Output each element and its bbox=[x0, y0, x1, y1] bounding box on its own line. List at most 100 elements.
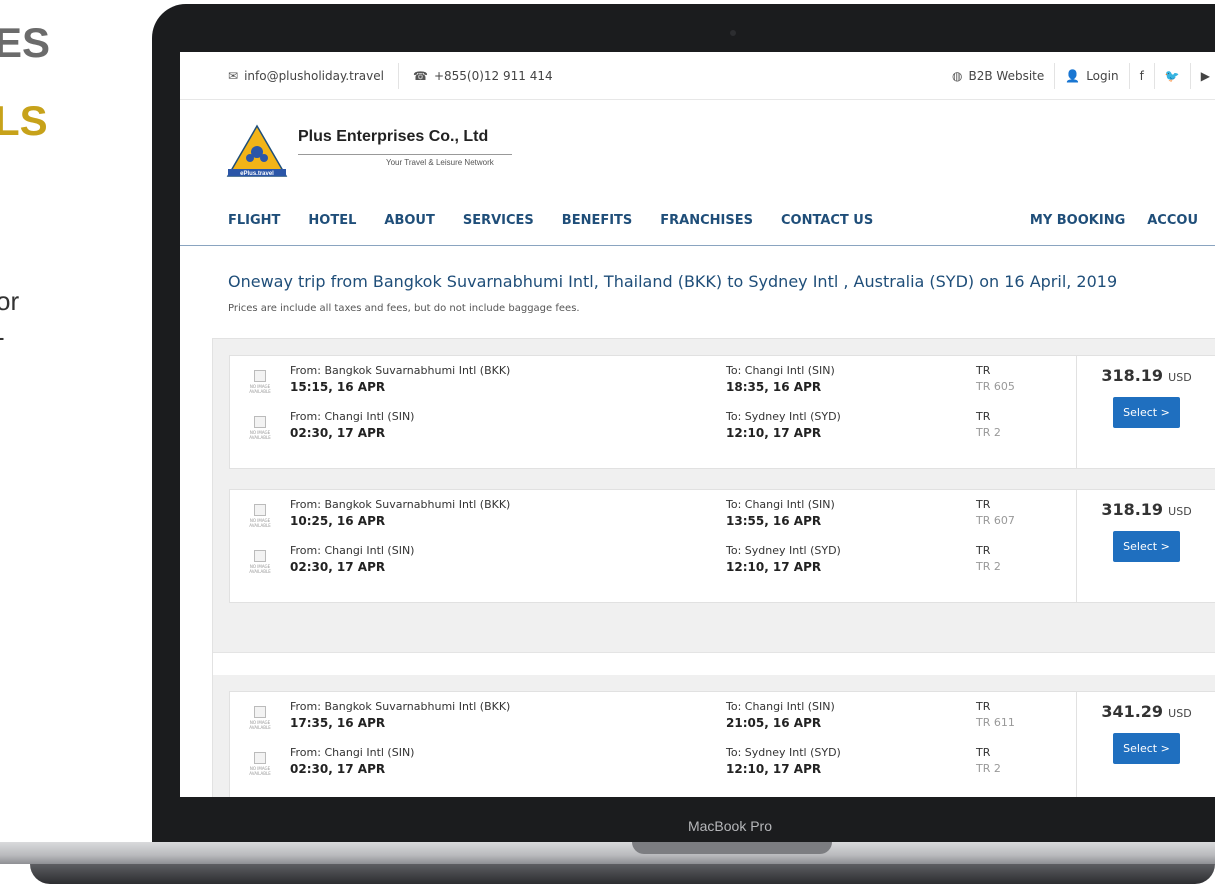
promo-heading-line1: ES bbox=[0, 19, 51, 66]
departure-time: 10:25, 16 APR bbox=[290, 514, 386, 528]
leg-airline: TR TR 2 bbox=[976, 544, 1066, 590]
arrival-time: 13:55, 16 APR bbox=[726, 514, 822, 528]
no-image-text: NO IMAGE AVAILABLE bbox=[249, 720, 271, 730]
airline-image: NO IMAGE AVAILABLE bbox=[230, 498, 290, 544]
flight-legs: NO IMAGE AVAILABLE From: Bangkok Suvarna… bbox=[230, 356, 1076, 468]
image-placeholder-icon bbox=[254, 706, 266, 718]
nav-item-hotel[interactable]: HOTEL bbox=[308, 213, 356, 228]
main-navigation: FLIGHT HOTEL ABOUT SERVICES BENEFITS FRA… bbox=[180, 196, 1215, 246]
nav-item-franchises[interactable]: FRANCHISES bbox=[660, 213, 753, 228]
youtube-icon: ▶ bbox=[1200, 68, 1210, 83]
price-amount: 341.29 bbox=[1101, 702, 1164, 721]
top-right-links: ◍ B2B Website 👤 Login f 🐦 ▶ bbox=[942, 62, 1215, 89]
company-name: Plus Enterprises Co., Ltd bbox=[298, 128, 489, 145]
from-airport: From: Bangkok Suvarnabhumi Intl (BKK) bbox=[290, 700, 511, 713]
flight-result-card: NO IMAGE AVAILABLE From: Bangkok Suvarna… bbox=[229, 355, 1215, 469]
company-tagline: Your Travel & Leisure Network bbox=[386, 158, 494, 167]
leg-from: From: Bangkok Suvarnabhumi Intl (BKK) 10:… bbox=[290, 498, 726, 544]
to-airport: To: Changi Intl (SIN) bbox=[726, 364, 835, 377]
airline-image: NO IMAGE AVAILABLE bbox=[230, 364, 290, 410]
leg-from: From: Bangkok Suvarnabhumi Intl (BKK) 15:… bbox=[290, 364, 726, 410]
nav-item-flight[interactable]: FLIGHT bbox=[228, 213, 280, 228]
to-airport: To: Sydney Intl (SYD) bbox=[726, 544, 841, 557]
facebook-icon: f bbox=[1139, 68, 1144, 83]
image-placeholder-icon bbox=[254, 504, 266, 516]
flight-results: NO IMAGE AVAILABLE From: Bangkok Suvarna… bbox=[212, 338, 1215, 797]
price-box: 341.29 USD Select > bbox=[1076, 692, 1215, 797]
image-placeholder-icon bbox=[254, 752, 266, 764]
webcam bbox=[730, 30, 736, 36]
promo-text-line2: - bbox=[0, 322, 5, 353]
to-airport: To: Sydney Intl (SYD) bbox=[726, 410, 841, 423]
flight-legs: NO IMAGE AVAILABLE From: Bangkok Suvarna… bbox=[230, 490, 1076, 602]
flight-leg: NO IMAGE AVAILABLE From: Changi Intl (SI… bbox=[230, 544, 1076, 590]
login-link[interactable]: 👤 Login bbox=[1054, 62, 1128, 89]
contact-phone[interactable]: ☎ +855(0)12 911 414 bbox=[413, 69, 553, 83]
b2b-website-text: B2B Website bbox=[968, 68, 1045, 83]
b2b-website-link[interactable]: ◍ B2B Website bbox=[942, 63, 1054, 89]
site-header: ePlus.travel Plus Enterprises Co., Ltd Y… bbox=[180, 100, 1215, 196]
leg-to: To: Changi Intl (SIN) 18:35, 16 APR bbox=[726, 364, 976, 410]
to-airport: To: Changi Intl (SIN) bbox=[726, 498, 835, 511]
nav-item-about[interactable]: ABOUT bbox=[384, 213, 434, 228]
arrival-time: 18:35, 16 APR bbox=[726, 380, 822, 394]
leg-from: From: Changi Intl (SIN) 02:30, 17 APR bbox=[290, 544, 726, 590]
twitter-link[interactable]: 🐦 bbox=[1153, 62, 1190, 89]
leg-to: To: Sydney Intl (SYD) 12:10, 17 APR bbox=[726, 544, 976, 590]
image-placeholder-icon bbox=[254, 550, 266, 562]
no-image-text: NO IMAGE AVAILABLE bbox=[249, 766, 271, 776]
departure-time: 02:30, 17 APR bbox=[290, 426, 386, 440]
flight-leg: NO IMAGE AVAILABLE From: Changi Intl (SI… bbox=[230, 746, 1076, 792]
main-content: Oneway trip from Bangkok Suvarnabhumi In… bbox=[180, 272, 1215, 314]
login-text: Login bbox=[1086, 68, 1119, 83]
flight-number: TR 2 bbox=[976, 426, 1001, 439]
laptop-base bbox=[0, 842, 1215, 864]
laptop-notch bbox=[632, 842, 832, 854]
leg-airline: TR TR 2 bbox=[976, 746, 1066, 792]
select-button[interactable]: Select > bbox=[1113, 733, 1180, 764]
email-text: info@plusholiday.travel bbox=[244, 68, 384, 83]
trip-title: Oneway trip from Bangkok Suvarnabhumi In… bbox=[228, 272, 1118, 291]
leg-from: From: Changi Intl (SIN) 02:30, 17 APR bbox=[290, 410, 726, 456]
company-logo[interactable]: ePlus.travel bbox=[226, 124, 288, 178]
result-spacer bbox=[213, 653, 1215, 675]
airline-code: TR bbox=[976, 544, 991, 557]
airline-image: NO IMAGE AVAILABLE bbox=[230, 746, 290, 792]
no-image-text: NO IMAGE AVAILABLE bbox=[249, 564, 271, 574]
airline-code: TR bbox=[976, 410, 991, 423]
nav-item-account[interactable]: ACCOU bbox=[1147, 213, 1198, 228]
contact-email[interactable]: ✉ info@plusholiday.travel bbox=[228, 69, 384, 83]
airline-code: TR bbox=[976, 364, 991, 377]
youtube-link[interactable]: ▶ bbox=[1189, 62, 1215, 89]
flight-legs: NO IMAGE AVAILABLE From: Bangkok Suvarna… bbox=[230, 692, 1076, 797]
flight-number: TR 611 bbox=[976, 716, 1015, 729]
select-button[interactable]: Select > bbox=[1113, 397, 1180, 428]
envelope-icon: ✉ bbox=[228, 68, 239, 83]
departure-time: 17:35, 16 APR bbox=[290, 716, 386, 730]
from-airport: From: Changi Intl (SIN) bbox=[290, 544, 415, 557]
image-placeholder-icon bbox=[254, 416, 266, 428]
laptop-model-label: MacBook Pro bbox=[687, 818, 773, 834]
divider bbox=[397, 62, 399, 89]
from-airport: From: Bangkok Suvarnabhumi Intl (BKK) bbox=[290, 498, 511, 511]
price-currency: USD bbox=[1168, 707, 1192, 720]
airline-image: NO IMAGE AVAILABLE bbox=[230, 700, 290, 746]
leg-from: From: Changi Intl (SIN) 02:30, 17 APR bbox=[290, 746, 726, 792]
nav-item-benefits[interactable]: BENEFITS bbox=[562, 213, 633, 228]
airline-code: TR bbox=[976, 746, 991, 759]
user-icon: 👤 bbox=[1065, 68, 1081, 83]
to-airport: To: Changi Intl (SIN) bbox=[726, 700, 835, 713]
price-amount: 318.19 bbox=[1101, 366, 1164, 385]
select-button[interactable]: Select > bbox=[1113, 531, 1180, 562]
flight-leg: NO IMAGE AVAILABLE From: Bangkok Suvarna… bbox=[230, 364, 1076, 410]
nav-item-services[interactable]: SERVICES bbox=[463, 213, 534, 228]
nav-item-my-booking[interactable]: MY BOOKING bbox=[1030, 213, 1125, 228]
nav-item-contact-us[interactable]: CONTACT US bbox=[781, 213, 873, 228]
price-amount: 318.19 bbox=[1101, 500, 1164, 519]
airline-image: NO IMAGE AVAILABLE bbox=[230, 410, 290, 456]
leg-to: To: Sydney Intl (SYD) 12:10, 17 APR bbox=[726, 746, 976, 792]
to-airport: To: Sydney Intl (SYD) bbox=[726, 746, 841, 759]
promo-text-line1: or bbox=[0, 286, 20, 316]
facebook-link[interactable]: f bbox=[1128, 62, 1154, 89]
leg-airline: TR TR 611 bbox=[976, 700, 1066, 746]
